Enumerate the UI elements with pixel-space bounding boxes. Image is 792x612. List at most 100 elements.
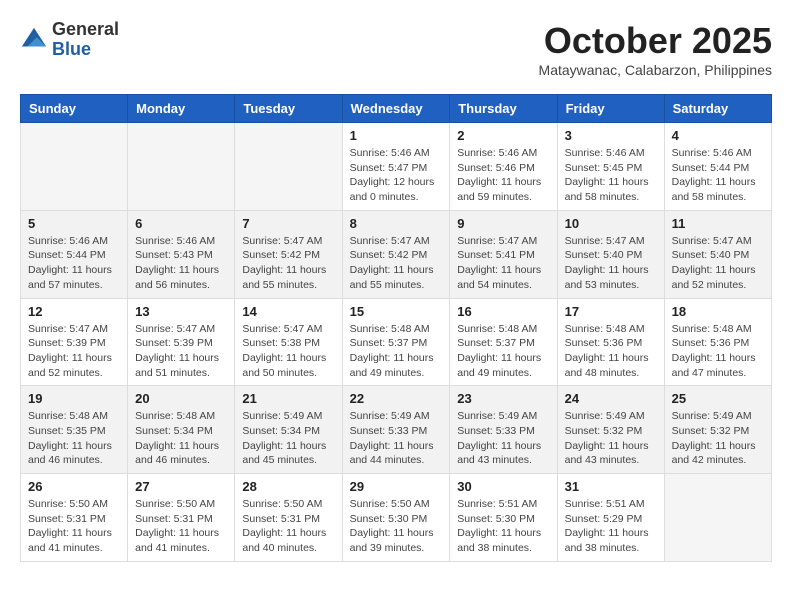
day-number: 24 — [565, 391, 657, 406]
day-number: 15 — [350, 304, 443, 319]
day-info: Sunrise: 5:47 AM Sunset: 5:42 PM Dayligh… — [242, 234, 334, 293]
calendar-cell: 31 Sunrise: 5:51 AM Sunset: 5:29 PM Dayli… — [557, 474, 664, 562]
day-info: Sunrise: 5:49 AM Sunset: 5:32 PM Dayligh… — [672, 409, 764, 468]
day-number: 29 — [350, 479, 443, 494]
day-number: 16 — [457, 304, 549, 319]
day-number: 31 — [565, 479, 657, 494]
calendar-week-5: 26 Sunrise: 5:50 AM Sunset: 5:31 PM Dayli… — [21, 474, 772, 562]
day-info: Sunrise: 5:47 AM Sunset: 5:40 PM Dayligh… — [672, 234, 764, 293]
calendar-cell: 21Sunrise: 5:49 AM Sunset: 5:34 PM Dayli… — [235, 386, 342, 474]
calendar-week-2: 5 Sunrise: 5:46 AM Sunset: 5:44 PM Daylig… — [21, 210, 772, 298]
calendar-header: SundayMondayTuesdayWednesdayThursdayFrid… — [21, 95, 772, 123]
day-info: Sunrise: 5:50 AM Sunset: 5:31 PM Dayligh… — [242, 497, 334, 556]
calendar-cell: 30 Sunrise: 5:51 AM Sunset: 5:30 PM Dayli… — [450, 474, 557, 562]
calendar-cell — [128, 123, 235, 211]
calendar-cell: 26 Sunrise: 5:50 AM Sunset: 5:31 PM Dayli… — [21, 474, 128, 562]
calendar-cell: 27Sunrise: 5:50 AM Sunset: 5:31 PM Dayli… — [128, 474, 235, 562]
day-info: Sunrise: 5:47 AM Sunset: 5:42 PM Dayligh… — [350, 234, 443, 293]
location: Mataywanac, Calabarzon, Philippines — [539, 62, 772, 78]
calendar: SundayMondayTuesdayWednesdayThursdayFrid… — [20, 94, 772, 562]
month-title: October 2025 — [539, 20, 772, 62]
day-info: Sunrise: 5:50 AM Sunset: 5:31 PM Dayligh… — [28, 497, 120, 556]
day-info: Sunrise: 5:49 AM Sunset: 5:32 PM Dayligh… — [565, 409, 657, 468]
calendar-cell: 25 Sunrise: 5:49 AM Sunset: 5:32 PM Dayli… — [664, 386, 771, 474]
day-number: 23 — [457, 391, 549, 406]
day-info: Sunrise: 5:46 AM Sunset: 5:43 PM Dayligh… — [135, 234, 227, 293]
day-info: Sunrise: 5:48 AM Sunset: 5:34 PM Dayligh… — [135, 409, 227, 468]
day-number: 4 — [672, 128, 764, 143]
day-info: Sunrise: 5:47 AM Sunset: 5:39 PM Dayligh… — [28, 322, 120, 381]
day-number: 6 — [135, 216, 227, 231]
weekday-header-wednesday: Wednesday — [342, 95, 450, 123]
day-info: Sunrise: 5:46 AM Sunset: 5:47 PM Dayligh… — [350, 146, 443, 205]
day-info: Sunrise: 5:48 AM Sunset: 5:37 PM Dayligh… — [457, 322, 549, 381]
day-number: 27 — [135, 479, 227, 494]
calendar-week-1: 1 Sunrise: 5:46 AM Sunset: 5:47 PM Daylig… — [21, 123, 772, 211]
title-block: October 2025 Mataywanac, Calabarzon, Phi… — [539, 20, 772, 78]
calendar-cell: 15Sunrise: 5:48 AM Sunset: 5:37 PM Dayli… — [342, 298, 450, 386]
day-info: Sunrise: 5:48 AM Sunset: 5:36 PM Dayligh… — [672, 322, 764, 381]
logo-general: General — [52, 20, 119, 40]
calendar-cell: 6 Sunrise: 5:46 AM Sunset: 5:43 PM Daylig… — [128, 210, 235, 298]
calendar-cell: 2 Sunrise: 5:46 AM Sunset: 5:46 PM Daylig… — [450, 123, 557, 211]
day-info: Sunrise: 5:46 AM Sunset: 5:45 PM Dayligh… — [565, 146, 657, 205]
day-number: 9 — [457, 216, 549, 231]
calendar-cell — [21, 123, 128, 211]
calendar-cell: 28 Sunrise: 5:50 AM Sunset: 5:31 PM Dayli… — [235, 474, 342, 562]
calendar-cell: 20Sunrise: 5:48 AM Sunset: 5:34 PM Dayli… — [128, 386, 235, 474]
day-info: Sunrise: 5:49 AM Sunset: 5:33 PM Dayligh… — [350, 409, 443, 468]
logo-blue: Blue — [52, 40, 119, 60]
day-info: Sunrise: 5:49 AM Sunset: 5:33 PM Dayligh… — [457, 409, 549, 468]
calendar-cell — [664, 474, 771, 562]
calendar-cell: 5 Sunrise: 5:46 AM Sunset: 5:44 PM Daylig… — [21, 210, 128, 298]
day-number: 25 — [672, 391, 764, 406]
calendar-cell — [235, 123, 342, 211]
calendar-cell: 7 Sunrise: 5:47 AM Sunset: 5:42 PM Daylig… — [235, 210, 342, 298]
weekday-header-sunday: Sunday — [21, 95, 128, 123]
day-number: 2 — [457, 128, 549, 143]
calendar-cell: 12 Sunrise: 5:47 AM Sunset: 5:39 PM Dayli… — [21, 298, 128, 386]
day-info: Sunrise: 5:48 AM Sunset: 5:36 PM Dayligh… — [565, 322, 657, 381]
weekday-header-saturday: Saturday — [664, 95, 771, 123]
calendar-week-4: 19 Sunrise: 5:48 AM Sunset: 5:35 PM Dayli… — [21, 386, 772, 474]
calendar-cell: 1 Sunrise: 5:46 AM Sunset: 5:47 PM Daylig… — [342, 123, 450, 211]
day-info: Sunrise: 5:46 AM Sunset: 5:46 PM Dayligh… — [457, 146, 549, 205]
calendar-cell: 9Sunrise: 5:47 AM Sunset: 5:41 PM Daylig… — [450, 210, 557, 298]
calendar-cell: 11 Sunrise: 5:47 AM Sunset: 5:40 PM Dayli… — [664, 210, 771, 298]
day-info: Sunrise: 5:51 AM Sunset: 5:29 PM Dayligh… — [565, 497, 657, 556]
weekday-header-friday: Friday — [557, 95, 664, 123]
calendar-body: 1 Sunrise: 5:46 AM Sunset: 5:47 PM Daylig… — [21, 123, 772, 562]
day-info: Sunrise: 5:51 AM Sunset: 5:30 PM Dayligh… — [457, 497, 549, 556]
day-info: Sunrise: 5:48 AM Sunset: 5:35 PM Dayligh… — [28, 409, 120, 468]
day-number: 18 — [672, 304, 764, 319]
day-number: 8 — [350, 216, 443, 231]
page-header: General Blue October 2025 Mataywanac, Ca… — [20, 20, 772, 78]
calendar-cell: 22Sunrise: 5:49 AM Sunset: 5:33 PM Dayli… — [342, 386, 450, 474]
day-number: 1 — [350, 128, 443, 143]
day-number: 19 — [28, 391, 120, 406]
day-number: 13 — [135, 304, 227, 319]
day-number: 30 — [457, 479, 549, 494]
day-number: 3 — [565, 128, 657, 143]
day-info: Sunrise: 5:46 AM Sunset: 5:44 PM Dayligh… — [672, 146, 764, 205]
day-number: 7 — [242, 216, 334, 231]
day-info: Sunrise: 5:49 AM Sunset: 5:34 PM Dayligh… — [242, 409, 334, 468]
day-number: 28 — [242, 479, 334, 494]
day-info: Sunrise: 5:46 AM Sunset: 5:44 PM Dayligh… — [28, 234, 120, 293]
logo-text: General Blue — [52, 20, 119, 60]
logo: General Blue — [20, 20, 119, 60]
day-info: Sunrise: 5:50 AM Sunset: 5:30 PM Dayligh… — [350, 497, 443, 556]
day-number: 11 — [672, 216, 764, 231]
day-number: 14 — [242, 304, 334, 319]
day-number: 5 — [28, 216, 120, 231]
day-number: 26 — [28, 479, 120, 494]
weekday-row: SundayMondayTuesdayWednesdayThursdayFrid… — [21, 95, 772, 123]
calendar-cell: 13Sunrise: 5:47 AM Sunset: 5:39 PM Dayli… — [128, 298, 235, 386]
weekday-header-monday: Monday — [128, 95, 235, 123]
calendar-cell: 3 Sunrise: 5:46 AM Sunset: 5:45 PM Daylig… — [557, 123, 664, 211]
day-number: 12 — [28, 304, 120, 319]
weekday-header-thursday: Thursday — [450, 95, 557, 123]
calendar-cell: 4 Sunrise: 5:46 AM Sunset: 5:44 PM Daylig… — [664, 123, 771, 211]
calendar-cell: 29 Sunrise: 5:50 AM Sunset: 5:30 PM Dayli… — [342, 474, 450, 562]
weekday-header-tuesday: Tuesday — [235, 95, 342, 123]
